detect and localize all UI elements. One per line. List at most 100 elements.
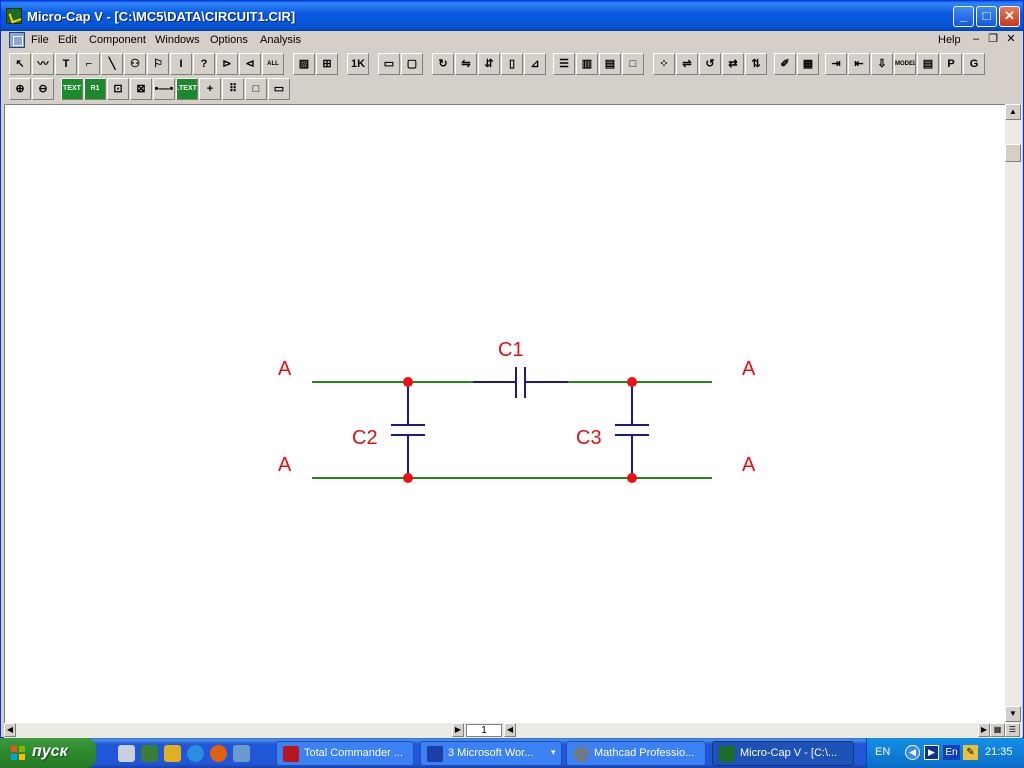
title-bar[interactable]: Micro-Cap V - [C:\MC5\DATA\CIRCUIT1.CIR]… [1,1,1023,31]
save-in-icon[interactable]: ⇥ [825,53,847,75]
text-label-icon[interactable]: TEXT [61,78,83,100]
quicklaunch-lightning-icon[interactable] [164,745,181,762]
vertical-scrollbar[interactable]: ▲ ▼ [1005,104,1022,723]
rotate-icon[interactable]: ↻ [432,53,454,75]
mdi-minimize-button[interactable]: – [969,33,983,47]
tray-expand-icon[interactable]: ◀ [905,745,920,760]
vertical-scroll-thumb[interactable] [1005,144,1021,162]
info-icon[interactable]: I [170,53,192,75]
component-icon[interactable]: ⚇ [124,53,146,75]
task-microsoft-word[interactable]: 3 Microsoft Wor... ▾ [420,741,562,766]
probe-icon[interactable]: ✐ [774,53,796,75]
calculator-icon[interactable]: ▦ [797,53,819,75]
pin-connect-icon[interactable]: ⇌ [676,53,698,75]
tray-pen-icon[interactable]: ✎ [963,745,978,760]
view-split-icon[interactable]: ▦ [990,723,1005,737]
model-icon[interactable]: MODEL [894,53,916,75]
page-number[interactable]: 1 [466,724,502,737]
hatch-icon[interactable]: ▨ [293,53,315,75]
flip-vertical-icon[interactable]: ⇅ [745,53,767,75]
scroll-up-icon[interactable]: ▲ [1005,104,1021,120]
node-numbers-icon[interactable]: ⁘ [653,53,675,75]
quicklaunch-desktop-icon[interactable] [118,745,135,762]
menu-file[interactable]: File [31,34,49,46]
tile-horizontal-icon[interactable]: ☰ [553,53,575,75]
group-dropdown-icon[interactable]: ▾ [551,747,556,758]
micro-cap-app-icon[interactable] [6,8,22,24]
diagonal-wire-icon[interactable]: ╲ [101,53,123,75]
pin-right-icon[interactable]: ⊲ [239,53,261,75]
language-indicator[interactable]: EN [875,746,890,758]
grid-dots-icon[interactable]: ⠿ [222,78,244,100]
tray-keyboard-icon[interactable]: En [943,745,960,760]
rotate-left-icon[interactable]: ↺ [699,53,721,75]
scroll-down-icon[interactable]: ▼ [1005,706,1021,722]
close-button[interactable]: ✕ [999,6,1020,27]
scroll-right-icon[interactable]: ▶ [978,723,990,737]
frame-icon[interactable]: □ [245,78,267,100]
table-icon[interactable]: ▤ [917,53,939,75]
menu-edit[interactable]: Edit [58,34,77,46]
tile-vertical-icon[interactable]: ▥ [576,53,598,75]
mirror-icon[interactable]: ⇋ [455,53,477,75]
pin-names-icon[interactable]: ⊡ [107,78,129,100]
select-arrow-icon[interactable]: ↖ [9,53,31,75]
p-icon[interactable]: P [940,53,962,75]
menu-options[interactable]: Options [210,34,248,46]
menu-component[interactable]: Component [89,34,146,46]
task-total-commander[interactable]: Total Commander ... [276,741,414,766]
schematic-canvas[interactable]: C1 C2 C3 A A A A [4,104,1005,723]
flag-icon[interactable]: ⚐ [147,53,169,75]
box-icon[interactable]: ▭ [378,53,400,75]
save-out-icon[interactable]: ⇤ [848,53,870,75]
mdi-restore-button[interactable]: ❐ [986,33,1000,47]
help-icon[interactable]: ? [193,53,215,75]
page-prev-icon[interactable]: ◀ [504,723,516,737]
quicklaunch-media-icon[interactable] [210,745,227,762]
document-icon[interactable] [9,32,25,48]
title-block-icon[interactable]: ▭ [268,78,290,100]
quicklaunch-calc-icon[interactable] [141,745,158,762]
task-mathcad[interactable]: Mathcad Professio... [566,741,706,766]
pin-connection-icon[interactable]: •—• [153,78,175,100]
mdi-close-button[interactable]: ✕ [1004,33,1018,47]
view-list-icon[interactable]: ☰ [1005,723,1020,737]
cascade-icon[interactable]: ▤ [599,53,621,75]
quicklaunch-ie-icon[interactable] [187,745,204,762]
quicklaunch-settings-icon[interactable] [233,745,250,762]
zoom-in-icon[interactable]: ⊕ [9,78,31,100]
menu-help[interactable]: Help [938,34,961,46]
net-text-icon[interactable]: .TEXT [176,78,198,100]
pin-left-icon[interactable]: ⊳ [216,53,238,75]
page-next-icon[interactable]: ▶ [452,723,464,737]
step-icon[interactable]: ▯ [501,53,523,75]
grid-toggle-icon[interactable]: ⊞ [316,53,338,75]
cross-icon[interactable]: + [199,78,221,100]
tray-media-icon[interactable]: ▶ [924,745,939,760]
node-icon[interactable]: ⊠ [130,78,152,100]
swap-icon[interactable]: ⇄ [722,53,744,75]
text-tool-icon[interactable]: T [55,53,77,75]
attribute-icon[interactable]: R1 [84,78,106,100]
step-right-icon[interactable]: ⊿ [524,53,546,75]
g-icon[interactable]: G [963,53,985,75]
wire-wave-icon[interactable]: 〰 [32,53,54,75]
value-icon[interactable]: 1K [347,53,369,75]
schematic-drawing[interactable]: C1 C2 C3 A A A A [5,105,1006,724]
flip-icon[interactable]: ⇵ [478,53,500,75]
blank-window-icon[interactable]: □ [622,53,644,75]
horizontal-scrollbar[interactable]: ◀ ▶ 1 ◀ ▶ ▦ ☰ [4,723,1022,738]
orthogonal-wire-icon[interactable]: ⌐ [78,53,100,75]
start-button[interactable]: пуск [0,738,96,768]
save-down-icon[interactable]: ⇩ [871,53,893,75]
scroll-left-icon[interactable]: ◀ [4,723,16,737]
maximize-button[interactable]: □ [976,6,997,27]
system-tray: EN ◀ ▶ En ✎ 21:35 [866,738,1024,768]
box-select-icon[interactable]: ▢ [401,53,423,75]
minimize-button[interactable]: _ [953,6,974,27]
zoom-out-icon[interactable]: ⊖ [32,78,54,100]
menu-windows[interactable]: Windows [155,34,200,46]
task-micro-cap[interactable]: Micro-Cap V - [C:\... [712,741,854,766]
all-text-icon[interactable]: ALL [262,53,284,75]
menu-analysis[interactable]: Analysis [260,34,301,46]
